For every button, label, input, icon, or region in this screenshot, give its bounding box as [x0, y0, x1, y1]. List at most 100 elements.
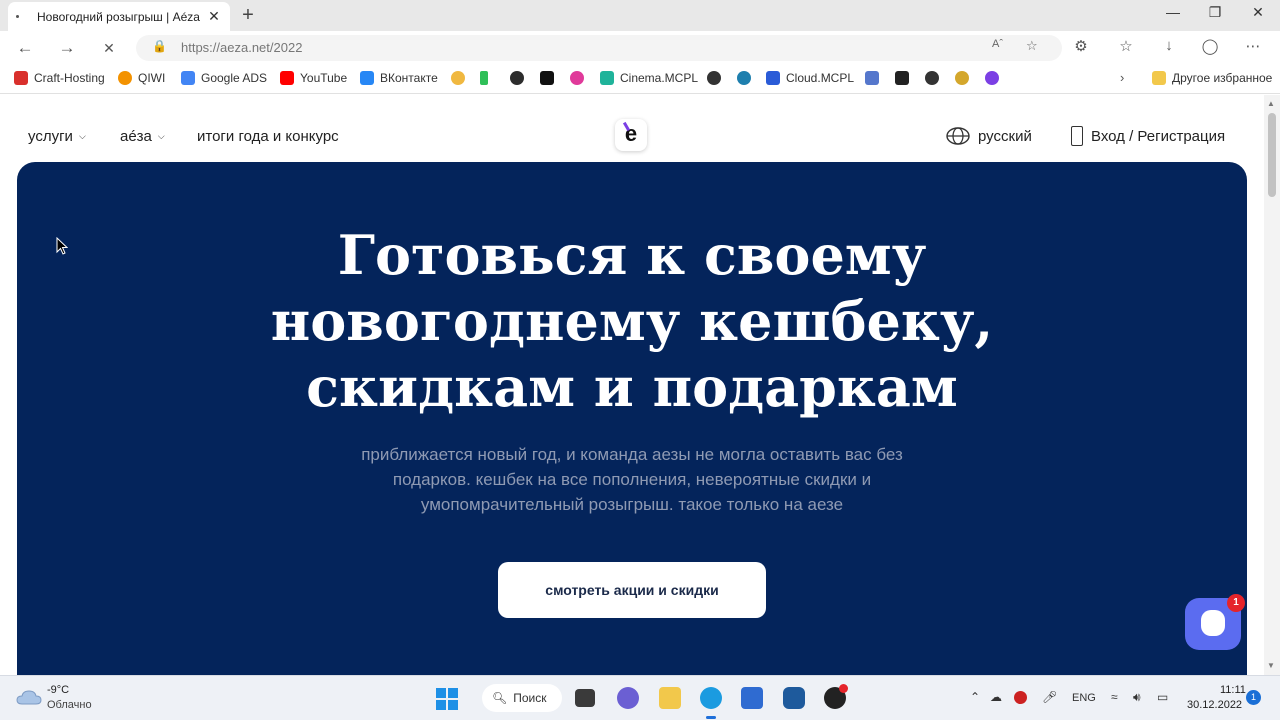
bookmark-label: Google ADS — [201, 71, 268, 85]
bookmark-icon-5[interactable] — [570, 71, 584, 85]
other-favorites[interactable]: Другое избранное — [1152, 71, 1272, 85]
vk-icon — [360, 71, 374, 85]
view-promotions-button[interactable]: смотреть акции и скидки — [498, 562, 766, 618]
taskbar-search[interactable]: 🔍︎ Поиск — [482, 684, 562, 712]
bookmark-icon-3[interactable] — [510, 71, 524, 85]
site-logo[interactable]: e — [615, 119, 647, 151]
security-app-icon[interactable] — [783, 687, 805, 709]
search-label: Поиск — [513, 691, 547, 705]
minimize-button[interactable]: — — [1158, 4, 1188, 20]
onedrive-icon[interactable]: ☁ — [990, 690, 1002, 704]
menu-icon[interactable]: ⋯ — [1242, 37, 1264, 55]
bookmark-label: Craft-Hosting — [34, 71, 105, 85]
bookmark-icon-4[interactable] — [540, 71, 554, 85]
back-button[interactable]: ← — [12, 37, 38, 59]
globe-icon — [946, 127, 970, 145]
url-text: https://aeza.net/2022 — [181, 40, 303, 55]
windows-start-icon[interactable] — [436, 688, 458, 710]
tab-loading-icon — [16, 15, 19, 18]
volume-icon[interactable]: 🔊︎ — [1133, 690, 1141, 705]
battery-icon[interactable]: ▭ — [1157, 690, 1168, 704]
youtube-icon — [280, 71, 294, 85]
input-language[interactable]: ENG — [1072, 692, 1096, 704]
clock-time[interactable]: 11:11 — [1220, 684, 1246, 696]
bookmarks-overflow-icon[interactable]: › — [1120, 70, 1124, 85]
bookmark-icon-10[interactable] — [925, 71, 939, 85]
restore-button[interactable]: ❐ — [1200, 4, 1230, 21]
other-favorites-label: Другое избранное — [1172, 71, 1273, 85]
nav-services-label: услуги — [28, 128, 73, 145]
support-chat-button[interactable]: 1 — [1185, 594, 1245, 650]
close-window-button[interactable]: ✕ — [1243, 4, 1273, 21]
stop-loading-button[interactable]: ✕ — [96, 37, 122, 59]
bookmark-craft-hosting[interactable]: Craft-Hosting — [14, 71, 105, 85]
tab-close-icon[interactable]: ✕ — [206, 8, 222, 25]
teams-chat-icon[interactable] — [617, 687, 639, 709]
language-label: русский — [978, 127, 1032, 145]
login-link[interactable]: Вход / Регистрация — [1071, 126, 1225, 146]
qiwi-icon — [118, 71, 132, 85]
nav-results[interactable]: итоги года и конкурс — [197, 128, 339, 145]
tray-overflow-icon[interactable]: ⌃ — [970, 690, 980, 704]
bookmark-icon-12[interactable] — [985, 71, 999, 85]
lock-icon: 🔒 — [152, 39, 167, 53]
bookmark-label: QIWI — [138, 71, 166, 85]
bookmark-icon-7[interactable] — [737, 71, 751, 85]
edge-browser-icon[interactable] — [700, 687, 722, 709]
chat-icon — [1201, 610, 1225, 636]
bookmark-google-ads[interactable]: Google ADS — [181, 71, 267, 85]
login-label: Вход / Регистрация — [1091, 127, 1226, 145]
bookmark-icon-6[interactable] — [707, 71, 721, 85]
bookmark-label: YouTube — [300, 71, 348, 85]
bookmark-youtube[interactable]: YouTube — [280, 71, 347, 85]
task-view-icon[interactable] — [575, 689, 595, 707]
read-aloud-icon[interactable]: Aˆ — [992, 38, 1003, 50]
forward-button[interactable]: → — [54, 37, 80, 59]
address-field[interactable]: 🔒 https://aeza.net/2022 Aˆ ☆ — [136, 35, 1062, 61]
add-favorite-icon[interactable]: ☆ — [1026, 38, 1038, 54]
bookmark-icon-9[interactable] — [895, 71, 909, 85]
microphone-icon[interactable]: 🎤︎ — [1042, 690, 1057, 704]
profile-icon[interactable]: ◯ — [1199, 37, 1221, 55]
language-switch[interactable]: русский — [946, 127, 1032, 145]
search-icon: 🔍︎ — [492, 691, 508, 705]
bookmark-icon-8[interactable] — [865, 71, 879, 85]
bookmark-icon-2[interactable] — [480, 71, 488, 85]
clock-date[interactable]: 30.12.2022 — [1187, 699, 1242, 711]
downloads-icon[interactable]: ↓ — [1158, 37, 1180, 54]
store-icon[interactable] — [741, 687, 763, 709]
wifi-icon[interactable]: ≈ — [1111, 690, 1118, 704]
bookmark-cloud-mcpl[interactable]: Cloud.MCPL — [766, 71, 854, 85]
bookmark-icon-1[interactable] — [451, 71, 465, 85]
hero-subtitle: приближается новый год, и команда аезы н… — [361, 445, 903, 514]
new-tab-button[interactable]: + — [238, 4, 258, 27]
bookmark-label: ВКонтакте — [380, 71, 438, 85]
favorites-icon[interactable]: ☆ — [1115, 37, 1137, 55]
bookmark-cinema-mcpl[interactable]: Cinema.MCPL — [600, 71, 698, 85]
tab-active[interactable]: Новогодний розыгрыш | Aéza ✕ — [8, 2, 230, 31]
google-ads-icon — [181, 71, 195, 85]
weather-temp: -9°C — [47, 684, 70, 696]
web-page: услуги ⌵ аéза ⌵ итоги года и конкурс e р… — [0, 95, 1264, 675]
chat-notification-badge: 1 — [1227, 594, 1245, 612]
scroll-down-icon[interactable]: ▼ — [1267, 661, 1275, 670]
page-scrollbar[interactable]: ▲ ▼ — [1264, 95, 1280, 675]
scrollbar-thumb[interactable] — [1268, 113, 1276, 197]
weather-desc: Облачно — [47, 699, 92, 711]
mouse-cursor-icon — [56, 237, 68, 255]
cloud-weather-icon[interactable] — [16, 688, 42, 706]
hero-banner: Готовься к своему новогоднему кешбеку, с… — [17, 162, 1247, 675]
bookmark-icon-11[interactable] — [955, 71, 969, 85]
bookmark-vkontakte[interactable]: ВКонтакте — [360, 71, 438, 85]
tray-app-icon[interactable] — [1014, 691, 1027, 704]
extensions-icon[interactable]: ⚙ — [1070, 37, 1092, 55]
tab-title: Новогодний розыгрыш | Aéza — [37, 9, 200, 24]
chevron-down-icon: ⌵ — [157, 131, 165, 141]
active-app-indicator — [706, 716, 716, 719]
notification-badge[interactable]: 1 — [1246, 690, 1261, 705]
nav-aeza[interactable]: аéза ⌵ — [120, 128, 165, 145]
nav-services[interactable]: услуги ⌵ — [28, 128, 86, 145]
scroll-up-icon[interactable]: ▲ — [1267, 99, 1275, 108]
bookmark-qiwi[interactable]: QIWI — [118, 71, 165, 85]
file-explorer-icon[interactable] — [659, 687, 681, 709]
